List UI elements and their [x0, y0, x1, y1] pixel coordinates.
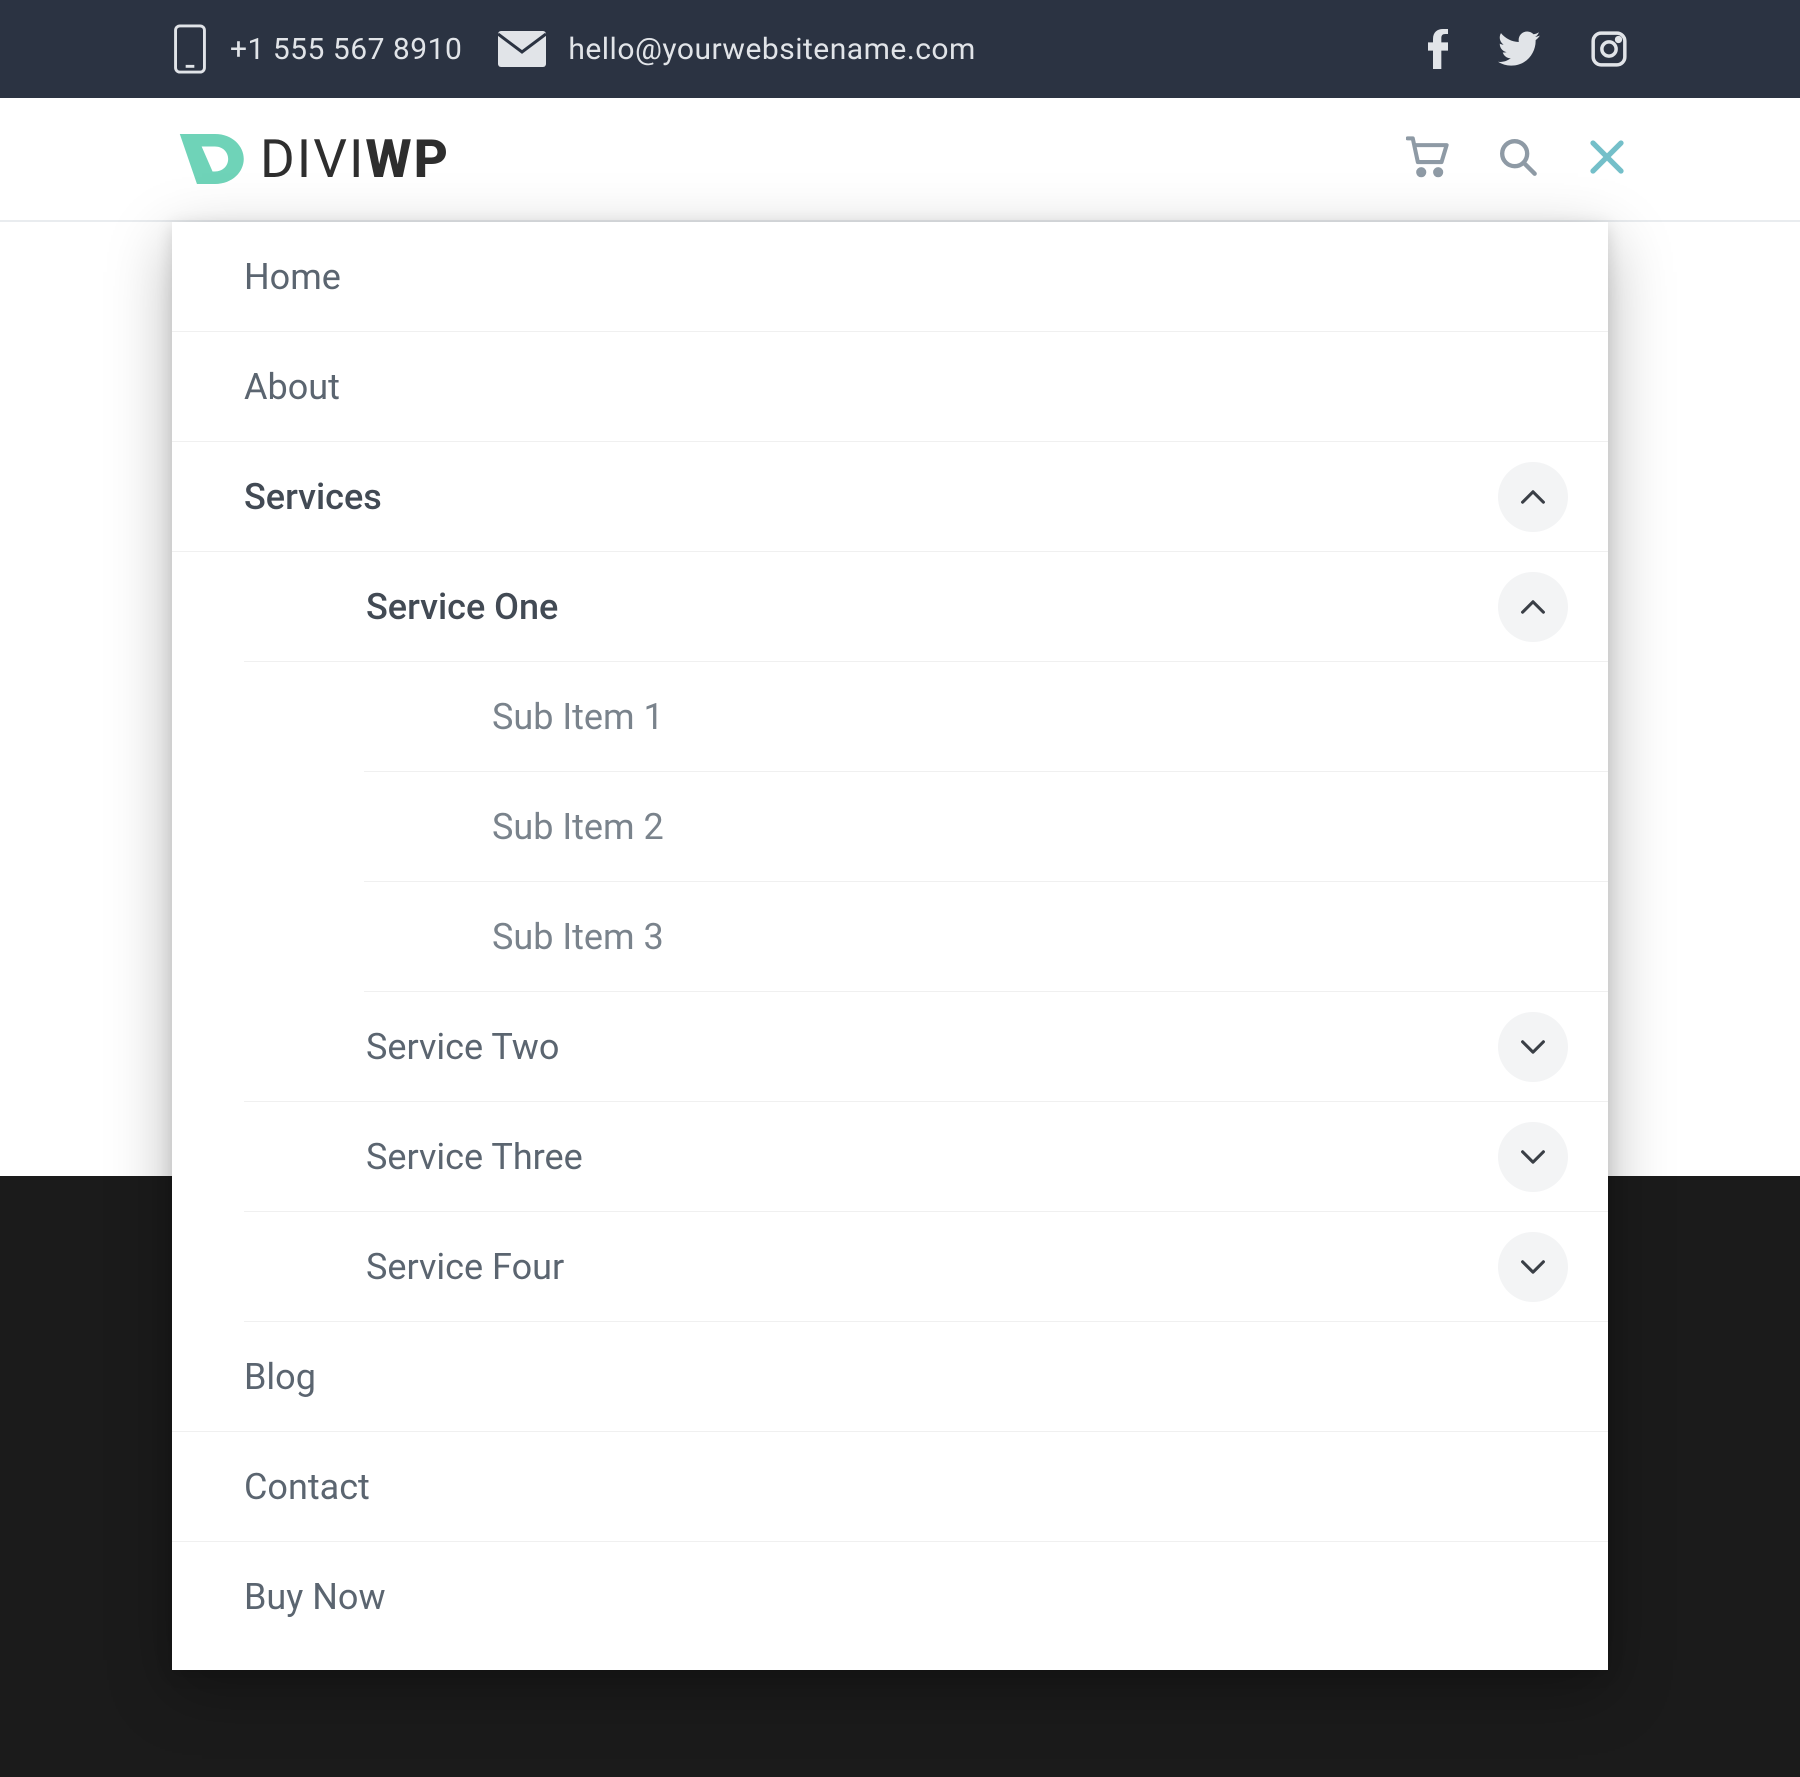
menu-item-home[interactable]: Home [172, 222, 1608, 332]
menu-item-blog[interactable]: Blog [172, 1322, 1608, 1432]
menu-item-about[interactable]: About [172, 332, 1608, 442]
chevron-up-icon[interactable] [1498, 572, 1568, 642]
contact-info: +1 555 567 8910 hello@yourwebsitename.co… [172, 23, 1428, 75]
menu-item-services[interactable]: Services [172, 442, 1608, 552]
menu-item-service-three[interactable]: Service Three [244, 1102, 1608, 1212]
menu-label-sub-3: Sub Item 3 [492, 916, 1568, 958]
logo-text-divi: DIVI [260, 128, 365, 190]
menu-label-sub-2: Sub Item 2 [492, 806, 1568, 848]
instagram-icon[interactable] [1590, 30, 1628, 68]
logo-text-wp: WP [365, 128, 450, 190]
menu-label-services: Services [244, 476, 1498, 518]
facebook-icon[interactable] [1428, 29, 1448, 69]
menu-item-service-one[interactable]: Service One [244, 552, 1608, 662]
email-contact[interactable]: hello@yourwebsitename.com [498, 31, 976, 67]
phone-text: +1 555 567 8910 [230, 32, 462, 67]
menu-item-buy-now[interactable]: Buy Now [172, 1542, 1608, 1652]
header-actions [1406, 136, 1628, 182]
menu-label-service-three: Service Three [366, 1136, 1498, 1178]
site-logo[interactable]: DIVIWP [172, 120, 450, 198]
menu-item-service-two[interactable]: Service Two [244, 992, 1608, 1102]
social-links [1428, 29, 1628, 69]
menu-label-sub-1: Sub Item 1 [492, 696, 1568, 738]
phone-contact[interactable]: +1 555 567 8910 [172, 23, 462, 75]
close-menu-icon[interactable] [1586, 136, 1628, 182]
menu-label-contact: Contact [244, 1466, 1568, 1508]
menu-label-buy-now: Buy Now [244, 1576, 1568, 1618]
menu-label-home: Home [244, 256, 1568, 298]
email-icon [498, 31, 546, 67]
chevron-down-icon[interactable] [1498, 1012, 1568, 1082]
top-bar: +1 555 567 8910 hello@yourwebsitename.co… [0, 0, 1800, 98]
menu-label-service-four: Service Four [366, 1246, 1498, 1288]
logo-text: DIVIWP [260, 128, 450, 190]
cart-icon[interactable] [1406, 136, 1450, 182]
menu-label-blog: Blog [244, 1356, 1568, 1398]
email-text: hello@yourwebsitename.com [568, 32, 976, 67]
menu-label-service-one: Service One [366, 586, 1498, 628]
menu-label-service-two: Service Two [366, 1026, 1498, 1068]
phone-icon [172, 23, 208, 75]
menu-item-sub-1[interactable]: Sub Item 1 [364, 662, 1608, 772]
chevron-up-icon[interactable] [1498, 462, 1568, 532]
menu-item-sub-3[interactable]: Sub Item 3 [364, 882, 1608, 992]
menu-label-about: About [244, 366, 1568, 408]
main-header: DIVIWP [0, 98, 1800, 222]
menu-item-contact[interactable]: Contact [172, 1432, 1608, 1542]
menu-item-sub-2[interactable]: Sub Item 2 [364, 772, 1608, 882]
chevron-down-icon[interactable] [1498, 1122, 1568, 1192]
mobile-menu-panel: Home About Services Service One Sub Item… [172, 222, 1608, 1670]
chevron-down-icon[interactable] [1498, 1232, 1568, 1302]
search-icon[interactable] [1498, 137, 1538, 181]
twitter-icon[interactable] [1498, 31, 1540, 67]
logo-mark-icon [172, 120, 250, 198]
menu-item-service-four[interactable]: Service Four [244, 1212, 1608, 1322]
